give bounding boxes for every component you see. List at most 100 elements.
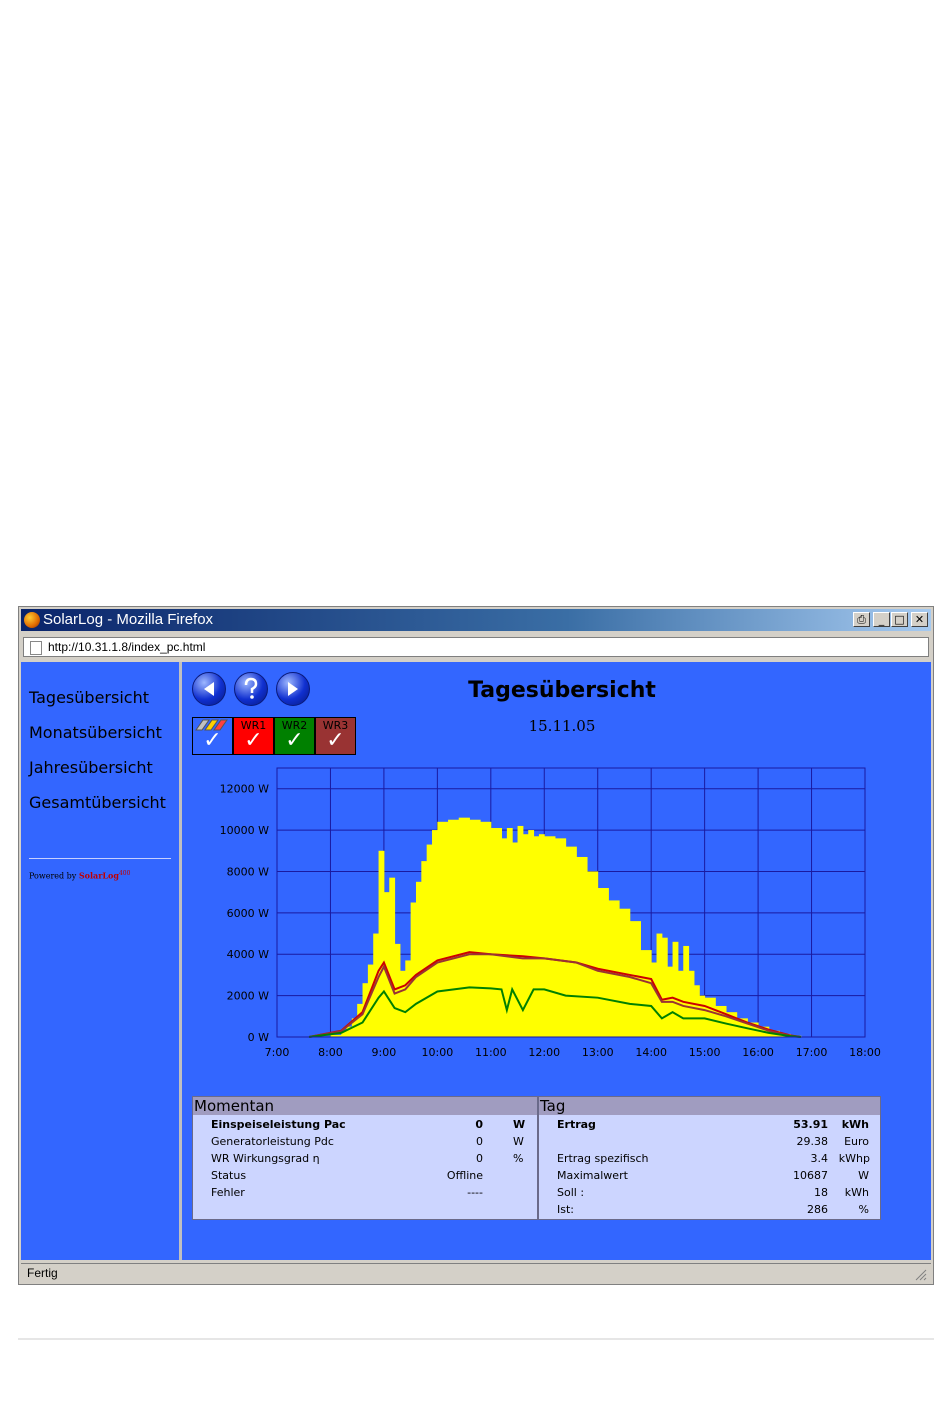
sidebar-item-monatsuebersicht[interactable]: Monatsübersicht — [29, 723, 162, 742]
x-tick-label: 17:00 — [796, 1046, 828, 1059]
power-bar — [528, 830, 535, 1037]
power-bar — [480, 821, 492, 1037]
momentan-title: Momentan — [193, 1097, 537, 1115]
checkmark-icon: ✓ — [285, 728, 304, 753]
table-row: Maximalwert 10687 W — [539, 1167, 882, 1184]
row-label: Ertrag spezifisch — [557, 1152, 649, 1165]
sidebar-divider — [29, 858, 171, 859]
power-bar — [469, 819, 481, 1037]
resize-grip-icon[interactable] — [913, 1267, 927, 1281]
power-bar — [448, 819, 460, 1037]
help-button[interactable] — [234, 672, 268, 706]
address-bar[interactable]: http://10.31.1.8/index_pc.html — [23, 637, 929, 657]
daily-power-chart: 7:00 8:00 9:00 10:00 11:00 12:00 13:00 14:00 15:… — [220, 767, 881, 1059]
row-unit: W — [513, 1118, 526, 1131]
next-day-button[interactable] — [276, 672, 310, 706]
brand-version: 400 — [118, 870, 131, 877]
checkmark-icon: ✓ — [326, 728, 345, 753]
x-tick-label: 15:00 — [689, 1046, 721, 1059]
power-bar — [415, 881, 422, 1037]
table-row: Ertrag 53.91 kWh — [539, 1116, 882, 1133]
y-tick-label: 4000 W — [227, 948, 269, 961]
row-label: Ist: — [557, 1203, 574, 1216]
previous-day-button[interactable] — [192, 672, 226, 706]
row-value: 18 — [814, 1186, 828, 1199]
y-tick-label: 6000 W — [227, 907, 269, 920]
power-bar — [512, 842, 519, 1037]
row-unit: W — [858, 1169, 869, 1182]
momentan-table: Momentan Einspeiseleistung Pac 0 W Gener… — [192, 1096, 538, 1220]
power-bar — [432, 830, 438, 1037]
title-bar[interactable]: SolarLog - Mozilla Firefox ⎙ _ □ ✕ — [21, 609, 931, 631]
x-tick-label: 7:00 — [265, 1046, 290, 1059]
power-bar — [565, 846, 577, 1037]
minimize-button[interactable]: _ — [873, 612, 890, 627]
table-row: 29.38 Euro — [539, 1133, 882, 1150]
sidebar-item-tagesuebersicht[interactable]: Tagesübersicht — [29, 688, 149, 707]
power-bar — [426, 844, 433, 1037]
inverter-all-toggle[interactable]: ✓ — [192, 717, 233, 755]
row-unit: % — [513, 1152, 524, 1165]
table-row: Soll : 18 kWh — [539, 1184, 882, 1201]
row-unit: Euro — [844, 1135, 869, 1148]
power-bar — [597, 888, 609, 1037]
arrow-left-icon — [204, 682, 214, 696]
power-bar — [544, 836, 556, 1037]
power-bar — [399, 970, 406, 1037]
y-tick-label: 12000 W — [220, 783, 269, 796]
y-tick-label: 10000 W — [220, 824, 269, 837]
page-content: Tagesübersicht Monatsübersicht Jahresübe… — [21, 662, 931, 1260]
power-bar — [410, 902, 417, 1037]
table-row: Fehler ---- — [193, 1184, 539, 1201]
inverter-wr3-toggle[interactable]: WR3 ✓ — [315, 717, 356, 755]
row-label: Soll : — [557, 1186, 585, 1199]
table-row: Ertrag spezifisch 3.4 kWhp — [539, 1150, 882, 1167]
print-icon[interactable]: ⎙ — [853, 612, 870, 627]
row-unit: W — [513, 1135, 524, 1148]
row-value: 286 — [807, 1203, 828, 1216]
power-bar — [458, 817, 470, 1037]
table-row: WR Wirkungsgrad η 0 % — [193, 1150, 539, 1167]
checkmark-icon: ✓ — [203, 728, 222, 753]
page-icon — [30, 641, 42, 655]
row-value: 10687 — [793, 1169, 828, 1182]
sidebar-item-gesamtuebersicht[interactable]: Gesamtübersicht — [29, 793, 166, 812]
inverter-wr2-toggle[interactable]: WR2 ✓ — [274, 717, 315, 755]
x-tick-label: 10:00 — [422, 1046, 454, 1059]
solarlog-brand[interactable]: SolarLog — [79, 871, 119, 881]
power-bar — [651, 962, 658, 1037]
url-text[interactable]: http://10.31.1.8/index_pc.html — [48, 640, 205, 654]
y-tick-label: 8000 W — [227, 865, 269, 878]
power-bar — [378, 850, 385, 1037]
row-label: Ertrag — [557, 1118, 596, 1131]
row-label: WR Wirkungsgrad η — [211, 1152, 320, 1165]
x-tick-label: 12:00 — [528, 1046, 560, 1059]
close-button[interactable]: ✕ — [911, 612, 928, 627]
power-bar — [405, 960, 412, 1037]
status-bar: Fertig — [21, 1263, 931, 1283]
browser-window: SolarLog - Mozilla Firefox ⎙ _ □ ✕ http:… — [18, 606, 934, 1285]
row-label: Einspeiseleistung Pac — [211, 1118, 346, 1131]
x-tick-label: 8:00 — [318, 1046, 343, 1059]
row-label: Maximalwert — [557, 1169, 628, 1182]
row-label: Fehler — [211, 1186, 245, 1199]
power-bar — [357, 1003, 364, 1037]
x-tick-label: 9:00 — [372, 1046, 397, 1059]
tag-title: Tag — [539, 1097, 880, 1115]
x-tick-label: 16:00 — [742, 1046, 774, 1059]
page-title: Tagesübersicht — [468, 678, 656, 703]
x-tick-label: 18:00 — [849, 1046, 881, 1059]
page-divider — [18, 1338, 934, 1340]
maximize-button[interactable]: □ — [891, 612, 908, 627]
row-value: 0 — [476, 1152, 483, 1165]
table-row: Ist: 286 % — [539, 1201, 882, 1218]
y-tick-label: 0 W — [248, 1031, 269, 1044]
inverter-wr1-toggle[interactable]: WR1 ✓ — [233, 717, 274, 755]
row-unit: kWhp — [838, 1152, 870, 1165]
powered-by-text: Powered by — [29, 871, 77, 881]
power-bar — [656, 933, 663, 1037]
sidebar-item-jahresuebersicht[interactable]: Jahresübersicht — [29, 758, 153, 777]
window-title: SolarLog - Mozilla Firefox — [43, 611, 214, 628]
x-tick-label: 14:00 — [635, 1046, 667, 1059]
power-bar — [699, 995, 706, 1037]
